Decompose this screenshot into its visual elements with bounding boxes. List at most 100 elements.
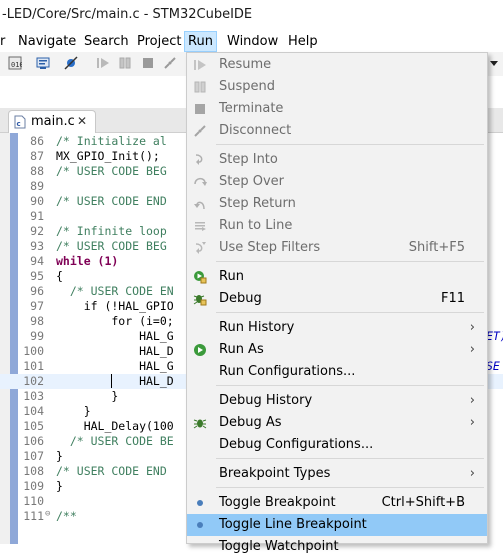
- step-into-icon: [193, 153, 207, 167]
- line-number: 90: [30, 194, 44, 208]
- line-number: 101: [23, 359, 44, 373]
- step-return-icon: [193, 197, 207, 211]
- toolbar-terminate-icon[interactable]: [141, 56, 155, 70]
- code-text: if (!HAL_GPIO: [56, 299, 174, 313]
- code-text: /* Infinite loop: [56, 224, 167, 238]
- menu-item-step-return[interactable]: Step Return: [187, 193, 487, 215]
- menu-item-label: Debug As: [219, 415, 282, 430]
- build-icon[interactable]: 010: [8, 56, 22, 70]
- code-text: while (1): [56, 254, 119, 268]
- menu-item-label: Toggle Breakpoint: [219, 495, 336, 510]
- menu-window[interactable]: Window: [224, 31, 281, 52]
- menu-item-run-to-line[interactable]: Run to Line: [187, 215, 487, 237]
- menu-navigate[interactable]: Navigate: [15, 31, 79, 52]
- line-number: 108: [23, 464, 44, 478]
- code-text: HAL_G: [56, 329, 174, 343]
- menu-run[interactable]: Run: [184, 31, 217, 52]
- menu-item-label: Use Step Filters: [219, 240, 321, 255]
- menu-item-label: Run History: [219, 320, 295, 335]
- menu-item-toggle-line-breakpoint[interactable]: Toggle Line Breakpoint: [187, 514, 487, 536]
- console-icon[interactable]: [36, 56, 50, 70]
- menu-item-toggle-watchpoint[interactable]: Toggle Watchpoint: [187, 536, 487, 558]
- menu-item-label: Step Over: [219, 174, 284, 189]
- line-number: 98: [30, 314, 44, 328]
- menu-item-label: Disconnect: [219, 123, 292, 138]
- menu-item-label: Step Into: [219, 152, 278, 167]
- window-title: -LED/Core/Src/main.c - STM32CubeIDE: [2, 7, 253, 22]
- menu-item-run-as[interactable]: Run As ›: [187, 339, 487, 361]
- menu-separator: [216, 261, 484, 262]
- menu-item-step-into[interactable]: Step Into: [187, 149, 487, 171]
- code-text: HAL_D: [56, 374, 174, 388]
- breakpoint-dot-icon: [193, 518, 207, 532]
- code-text: /**: [56, 509, 77, 523]
- code-text: {: [56, 269, 63, 283]
- c-file-icon: c: [14, 115, 26, 129]
- code-text: /* USER CODE BEG: [56, 239, 167, 253]
- menu-item-label: Terminate: [219, 101, 284, 116]
- toolbar-disconnect-icon[interactable]: [163, 56, 177, 70]
- menu-item-debug-as[interactable]: Debug As ›: [187, 412, 487, 434]
- menu-item-run-configurations[interactable]: Run Configurations...: [187, 361, 487, 383]
- line-number: 93: [30, 239, 44, 253]
- fold-icon[interactable]: ⊖: [45, 509, 50, 519]
- menu-item-use-step-filters[interactable]: Use Step Filters Shift+F5: [187, 237, 487, 259]
- code-text: /* USER CODE EN: [56, 284, 174, 298]
- menu-item-label: Resume: [219, 57, 272, 72]
- menu-item-run-history[interactable]: Run History ›: [187, 317, 487, 339]
- toolbar-dropdown-icon[interactable]: [487, 57, 498, 71]
- tab-main-c[interactable]: c main.c ✕: [8, 110, 96, 133]
- line-number: 100: [23, 344, 44, 358]
- menu-item-debug-configurations[interactable]: Debug Configurations...: [187, 434, 487, 456]
- menu-item-label: Run As: [219, 342, 264, 357]
- line-number: 97: [30, 299, 44, 313]
- line-number: 107: [23, 449, 44, 463]
- menu-item-breakpoint-types[interactable]: Breakpoint Types ›: [187, 463, 487, 485]
- line-number: 111: [23, 509, 44, 523]
- code-text: HAL_G: [56, 359, 174, 373]
- menu-item-terminate[interactable]: Terminate: [187, 98, 487, 120]
- menu-separator: [216, 458, 484, 459]
- toolbar-resume-icon[interactable]: [96, 56, 110, 70]
- skip-breakpoints-icon[interactable]: [64, 56, 78, 70]
- menu-item-resume[interactable]: Resume: [187, 54, 487, 76]
- run-to-line-icon: [193, 219, 207, 233]
- run-as-icon: [193, 343, 207, 357]
- code-text: /* USER CODE BE: [56, 434, 174, 448]
- menu-item-disconnect[interactable]: Disconnect: [187, 120, 487, 142]
- code-text: }: [56, 449, 63, 463]
- close-icon[interactable]: ✕: [77, 114, 87, 128]
- menu-item-run[interactable]: Run: [187, 266, 487, 288]
- menu-item-label: Toggle Watchpoint: [219, 539, 339, 554]
- code-text: HAL_D: [56, 344, 174, 358]
- menu-separator: [216, 312, 484, 313]
- line-number: 95: [30, 269, 44, 283]
- menu-item-label: Run Configurations...: [219, 364, 356, 379]
- menu-item-label: Breakpoint Types: [219, 466, 331, 481]
- menu-item-suspend[interactable]: Suspend: [187, 76, 487, 98]
- menu-project[interactable]: Project: [134, 31, 184, 52]
- code-text: /* Initialize al: [56, 134, 167, 148]
- line-number: 88: [30, 164, 44, 178]
- svg-text:c: c: [17, 120, 21, 128]
- menu-file-partial[interactable]: r: [0, 31, 8, 52]
- code-text: /* USER CODE BEG: [56, 164, 167, 178]
- menu-help[interactable]: Help: [285, 31, 321, 52]
- line-number: 89: [30, 179, 44, 193]
- code-text: /* USER CODE END: [56, 194, 167, 208]
- menu-item-label: Run: [219, 269, 244, 284]
- toolbar-suspend-icon[interactable]: [118, 56, 132, 70]
- menu-search[interactable]: Search: [81, 31, 132, 52]
- line-number: 104: [23, 404, 44, 418]
- code-text: HAL_Delay(100: [56, 419, 174, 433]
- menu-item-debug-history[interactable]: Debug History ›: [187, 390, 487, 412]
- chevron-right-icon: ›: [469, 466, 475, 481]
- terminate-icon: [193, 102, 207, 116]
- menu-item-step-over[interactable]: Step Over: [187, 171, 487, 193]
- menu-item-debug[interactable]: Debug F11: [187, 288, 487, 310]
- menu-item-toggle-breakpoint[interactable]: Toggle Breakpoint Ctrl+Shift+B: [187, 492, 487, 514]
- title-bar: -LED/Core/Src/main.c - STM32CubeIDE: [0, 0, 503, 31]
- menu-separator: [216, 385, 484, 386]
- line-number: 87: [30, 149, 44, 163]
- menu-item-shortcut: F11: [440, 291, 465, 306]
